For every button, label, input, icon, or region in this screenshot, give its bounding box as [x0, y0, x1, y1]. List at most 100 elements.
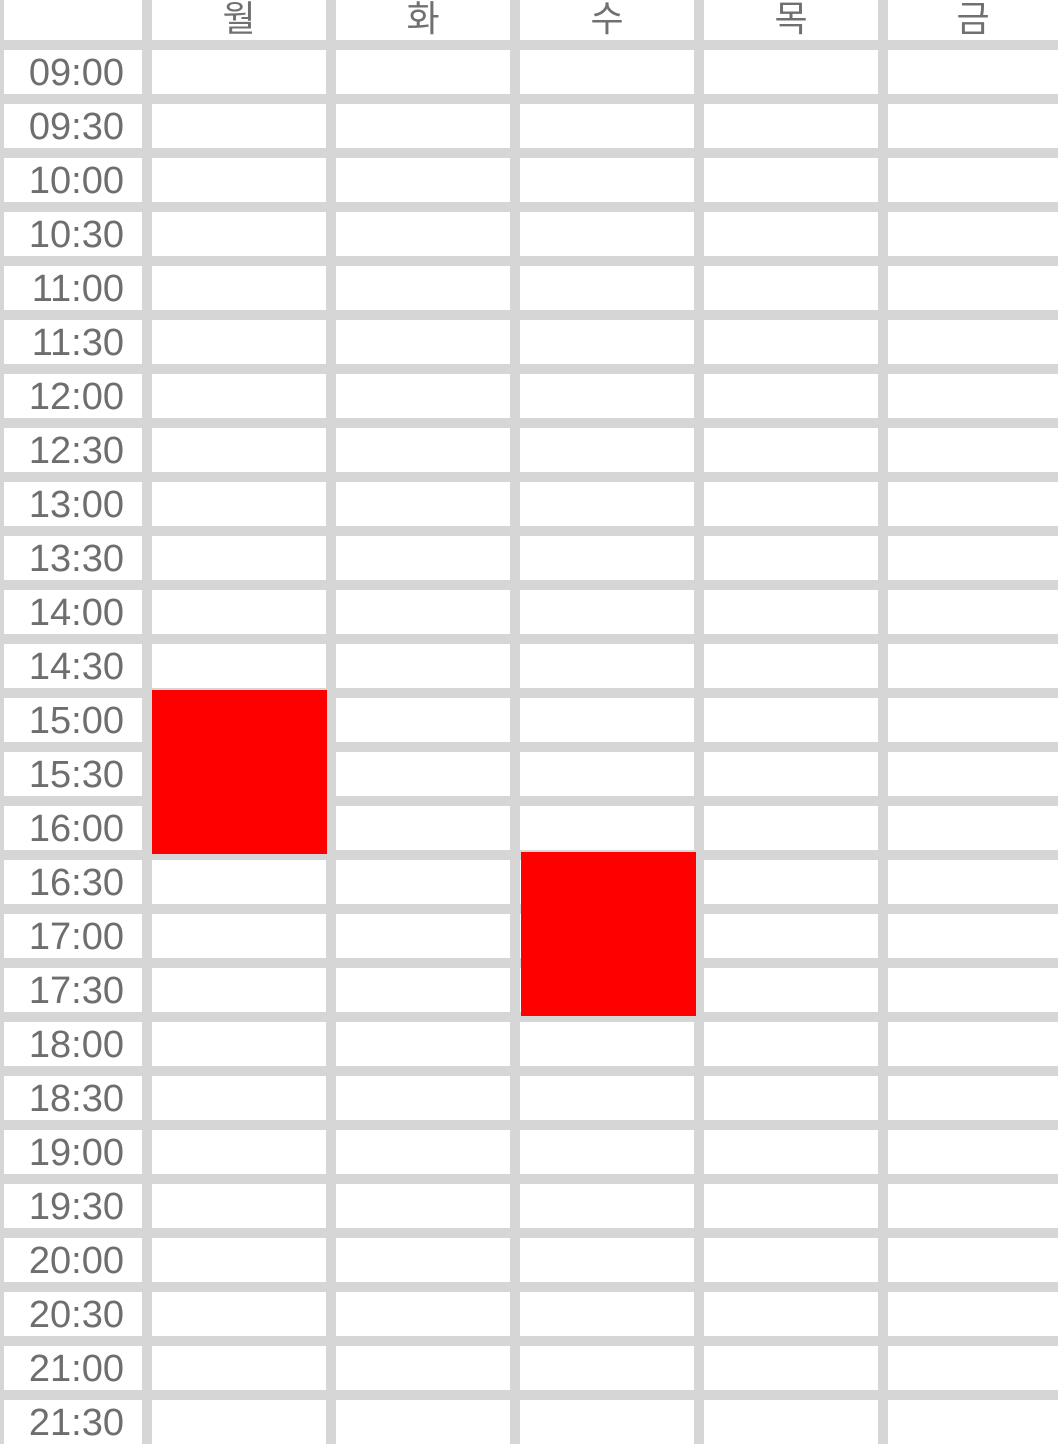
event-block[interactable] [152, 690, 327, 854]
slot-cell[interactable] [336, 1184, 510, 1228]
slot-cell[interactable] [336, 806, 510, 850]
slot-cell[interactable] [520, 1022, 694, 1066]
slot-cell[interactable] [704, 860, 878, 904]
slot-cell[interactable] [888, 536, 1058, 580]
slot-cell[interactable] [704, 1022, 878, 1066]
slot-cell[interactable] [704, 752, 878, 796]
slot-cell[interactable] [336, 482, 510, 526]
slot-cell[interactable] [888, 1076, 1058, 1120]
slot-cell[interactable] [704, 1238, 878, 1282]
slot-cell[interactable] [336, 1076, 510, 1120]
slot-cell[interactable] [888, 914, 1058, 958]
slot-cell[interactable] [336, 212, 510, 256]
slot-cell[interactable] [336, 50, 510, 94]
slot-cell[interactable] [336, 1292, 510, 1336]
event-block[interactable] [521, 852, 696, 1016]
slot-cell[interactable] [704, 266, 878, 310]
slot-cell[interactable] [152, 212, 326, 256]
slot-cell[interactable] [888, 212, 1058, 256]
slot-cell[interactable] [520, 320, 694, 364]
slot-cell[interactable] [336, 698, 510, 742]
slot-cell[interactable] [888, 1238, 1058, 1282]
slot-cell[interactable] [888, 374, 1058, 418]
slot-cell[interactable] [152, 1346, 326, 1390]
slot-cell[interactable] [704, 212, 878, 256]
slot-cell[interactable] [888, 806, 1058, 850]
slot-cell[interactable] [336, 1022, 510, 1066]
slot-cell[interactable] [520, 698, 694, 742]
slot-cell[interactable] [704, 1076, 878, 1120]
slot-cell[interactable] [336, 158, 510, 202]
slot-cell[interactable] [704, 320, 878, 364]
slot-cell[interactable] [152, 158, 326, 202]
slot-cell[interactable] [336, 752, 510, 796]
slot-cell[interactable] [520, 536, 694, 580]
slot-cell[interactable] [152, 644, 326, 688]
slot-cell[interactable] [520, 428, 694, 472]
slot-cell[interactable] [888, 1346, 1058, 1390]
slot-cell[interactable] [520, 644, 694, 688]
slot-cell[interactable] [704, 1292, 878, 1336]
slot-cell[interactable] [520, 1184, 694, 1228]
slot-cell[interactable] [520, 104, 694, 148]
slot-cell[interactable] [152, 914, 326, 958]
slot-cell[interactable] [704, 104, 878, 148]
slot-cell[interactable] [888, 428, 1058, 472]
slot-cell[interactable] [520, 1400, 694, 1444]
slot-cell[interactable] [336, 1400, 510, 1444]
slot-cell[interactable] [336, 266, 510, 310]
slot-cell[interactable] [152, 104, 326, 148]
slot-cell[interactable] [888, 158, 1058, 202]
slot-cell[interactable] [152, 1130, 326, 1174]
slot-cell[interactable] [704, 374, 878, 418]
slot-cell[interactable] [152, 1022, 326, 1066]
slot-cell[interactable] [520, 482, 694, 526]
slot-cell[interactable] [888, 266, 1058, 310]
slot-cell[interactable] [704, 158, 878, 202]
slot-cell[interactable] [152, 1076, 326, 1120]
slot-cell[interactable] [888, 1130, 1058, 1174]
slot-cell[interactable] [888, 752, 1058, 796]
slot-cell[interactable] [520, 50, 694, 94]
slot-cell[interactable] [152, 320, 326, 364]
slot-cell[interactable] [336, 968, 510, 1012]
slot-cell[interactable] [336, 1346, 510, 1390]
slot-cell[interactable] [520, 806, 694, 850]
slot-cell[interactable] [520, 1292, 694, 1336]
slot-cell[interactable] [704, 968, 878, 1012]
slot-cell[interactable] [520, 266, 694, 310]
slot-cell[interactable] [888, 50, 1058, 94]
slot-cell[interactable] [704, 590, 878, 634]
slot-cell[interactable] [888, 104, 1058, 148]
slot-cell[interactable] [520, 1238, 694, 1282]
slot-cell[interactable] [520, 1130, 694, 1174]
slot-cell[interactable] [152, 860, 326, 904]
slot-cell[interactable] [336, 1238, 510, 1282]
slot-cell[interactable] [888, 968, 1058, 1012]
slot-cell[interactable] [704, 1400, 878, 1444]
slot-cell[interactable] [336, 590, 510, 634]
slot-cell[interactable] [152, 590, 326, 634]
slot-cell[interactable] [336, 860, 510, 904]
slot-cell[interactable] [704, 1184, 878, 1228]
slot-cell[interactable] [336, 428, 510, 472]
slot-cell[interactable] [704, 536, 878, 580]
slot-cell[interactable] [704, 698, 878, 742]
slot-cell[interactable] [520, 212, 694, 256]
slot-cell[interactable] [336, 104, 510, 148]
slot-cell[interactable] [152, 266, 326, 310]
slot-cell[interactable] [152, 1292, 326, 1336]
slot-cell[interactable] [336, 536, 510, 580]
slot-cell[interactable] [152, 1238, 326, 1282]
slot-cell[interactable] [704, 428, 878, 472]
slot-cell[interactable] [152, 1400, 326, 1444]
slot-cell[interactable] [152, 1184, 326, 1228]
slot-cell[interactable] [152, 428, 326, 472]
slot-cell[interactable] [888, 1400, 1058, 1444]
slot-cell[interactable] [336, 374, 510, 418]
slot-cell[interactable] [888, 698, 1058, 742]
slot-cell[interactable] [520, 158, 694, 202]
slot-cell[interactable] [888, 482, 1058, 526]
slot-cell[interactable] [152, 482, 326, 526]
slot-cell[interactable] [888, 1022, 1058, 1066]
